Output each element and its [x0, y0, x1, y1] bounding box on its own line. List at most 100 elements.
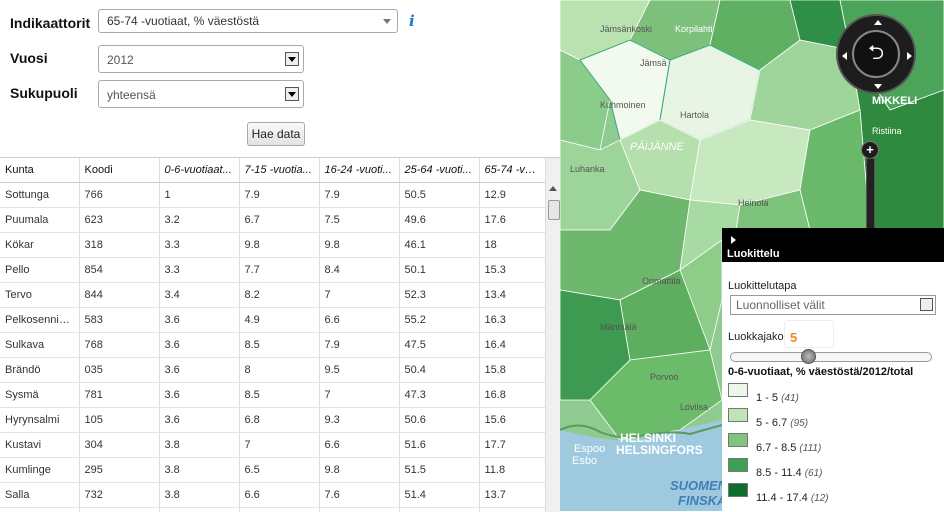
map-label: FINSKA	[678, 493, 726, 508]
table-cell: 768	[79, 333, 159, 358]
pan-down-icon[interactable]	[874, 84, 882, 89]
classification-panel: Luokittelu Luokittelutapa Luonnolliset v…	[722, 228, 944, 511]
table-cell: 47.5	[399, 333, 479, 358]
table-row[interactable]: Pelkosenniemi5833.64.96.655.216.3	[0, 308, 545, 333]
indicator-select[interactable]: 65-74 -vuotiaat, % väestöstä	[98, 9, 398, 33]
table-cell: 13.7	[479, 483, 545, 508]
data-table: KuntaKoodi0-6-vuotiaat...7-15 -vuotia...…	[0, 158, 546, 512]
map-pan-control[interactable]: ⮌	[836, 14, 916, 94]
table-row[interactable]	[0, 508, 545, 512]
table-row[interactable]: Kustavi3043.876.651.617.7	[0, 433, 545, 458]
pan-reset-icon[interactable]: ⮌	[852, 30, 900, 78]
table-row[interactable]: Brändö0353.689.550.415.8	[0, 358, 545, 383]
map-label: Korpilahti	[675, 24, 713, 34]
class-range: 11.4 - 17.4	[756, 492, 811, 504]
legend-class-label: 11.4 - 17.4 (12)	[756, 492, 829, 504]
table-cell: 55.2	[399, 308, 479, 333]
method-select[interactable]: Luonnolliset välit	[730, 295, 936, 315]
gender-select[interactable]: yhteensä	[98, 80, 304, 108]
column-header[interactable]: 25-64 -vuoti...	[399, 158, 479, 183]
table-row[interactable]: Pello8543.37.78.450.115.3	[0, 258, 545, 283]
table-cell	[399, 508, 479, 512]
pan-right-icon[interactable]	[907, 52, 912, 60]
table-row[interactable]: Sulkava7683.68.57.947.516.4	[0, 333, 545, 358]
table-cell: 15.3	[479, 258, 545, 283]
expand-triangle-icon[interactable]	[731, 236, 736, 244]
classes-count[interactable]: 5	[784, 320, 834, 348]
classification-header[interactable]: Luokittelu	[722, 228, 944, 262]
chevron-down-icon	[383, 19, 391, 24]
table-row[interactable]: Tervo8443.48.2752.313.4	[0, 283, 545, 308]
zoom-in-button[interactable]: +	[861, 141, 879, 159]
dropdown-arrow-icon	[285, 52, 299, 66]
table-cell: 781	[79, 383, 159, 408]
table-cell: 8.4	[319, 258, 399, 283]
classes-slider[interactable]	[730, 352, 932, 362]
table-cell: Sottunga	[0, 183, 79, 208]
table-cell: 7.5	[319, 208, 399, 233]
pan-left-icon[interactable]	[842, 52, 847, 60]
table-row[interactable]: Kökar3183.39.89.846.118	[0, 233, 545, 258]
table-row[interactable]: Sysmä7813.68.5747.316.8	[0, 383, 545, 408]
map-label: Ristiina	[872, 126, 902, 136]
table-scrollbar[interactable]	[545, 158, 560, 512]
table-cell: 732	[79, 483, 159, 508]
table-cell: 50.4	[399, 358, 479, 383]
table-row[interactable]: Puumala6233.26.77.549.617.6	[0, 208, 545, 233]
table-row[interactable]: Sottunga76617.97.950.512.9	[0, 183, 545, 208]
column-header[interactable]: Kunta	[0, 158, 79, 183]
map-label: Jämsänkoski	[600, 24, 652, 34]
fetch-data-button[interactable]: Hae data	[247, 122, 305, 146]
scrollbar-thumb[interactable]	[548, 200, 560, 220]
data-table-container: KuntaKoodi0-6-vuotiaat...7-15 -vuotia...…	[0, 157, 560, 512]
table-cell: 47.3	[399, 383, 479, 408]
map-label: Loviisa	[680, 402, 708, 412]
slider-thumb[interactable]	[801, 349, 816, 364]
table-row[interactable]: Salla7323.86.67.651.413.7	[0, 483, 545, 508]
pan-up-icon[interactable]	[874, 20, 882, 25]
table-cell	[319, 508, 399, 512]
table-cell: 6.6	[239, 483, 319, 508]
table-row[interactable]: Hyrynsalmi1053.66.89.350.615.6	[0, 408, 545, 433]
table-cell: 844	[79, 283, 159, 308]
table-cell: 295	[79, 458, 159, 483]
table-cell: 3.6	[159, 308, 239, 333]
method-label: Luokittelutapa	[728, 280, 797, 292]
table-row[interactable]: Kumlinge2953.86.59.851.511.8	[0, 458, 545, 483]
table-cell: 16.3	[479, 308, 545, 333]
table-cell: 9.3	[319, 408, 399, 433]
table-cell: 51.5	[399, 458, 479, 483]
table-cell: Kökar	[0, 233, 79, 258]
map-label: Porvoo	[650, 372, 679, 382]
table-cell: 7.7	[239, 258, 319, 283]
table-cell: 1	[159, 183, 239, 208]
scroll-up-arrow-icon[interactable]	[549, 186, 557, 191]
table-cell: 46.1	[399, 233, 479, 258]
table-cell: 51.4	[399, 483, 479, 508]
table-cell: 50.6	[399, 408, 479, 433]
table-cell: 3.8	[159, 433, 239, 458]
map-label: Mäntsälä	[600, 322, 637, 332]
table-cell: 8.2	[239, 283, 319, 308]
table-cell	[79, 508, 159, 512]
column-header[interactable]: 16-24 -vuoti...	[319, 158, 399, 183]
table-cell: 623	[79, 208, 159, 233]
table-cell: Puumala	[0, 208, 79, 233]
table-cell: 9.8	[239, 233, 319, 258]
table-cell: 11.8	[479, 458, 545, 483]
legend-swatch	[728, 433, 748, 447]
year-select[interactable]: 2012	[98, 45, 304, 73]
table-cell: Brändö	[0, 358, 79, 383]
legend-title: 0-6-vuotiaat, % väestöstä/2012/total	[728, 366, 913, 378]
table-cell: 304	[79, 433, 159, 458]
column-header[interactable]: 0-6-vuotiaat...	[159, 158, 239, 183]
indicator-value: 65-74 -vuotiaat, % väestöstä	[107, 14, 259, 28]
column-header[interactable]: Koodi	[79, 158, 159, 183]
legend-class-label: 8.5 - 11.4 (61)	[756, 467, 823, 479]
column-header[interactable]: 65-74 -vuoti...	[479, 158, 545, 183]
table-cell: 6.5	[239, 458, 319, 483]
column-header[interactable]: 7-15 -vuotia...	[239, 158, 319, 183]
dropdown-arrow-icon	[920, 298, 933, 311]
info-icon[interactable]: i	[409, 12, 415, 30]
table-cell: 3.4	[159, 283, 239, 308]
